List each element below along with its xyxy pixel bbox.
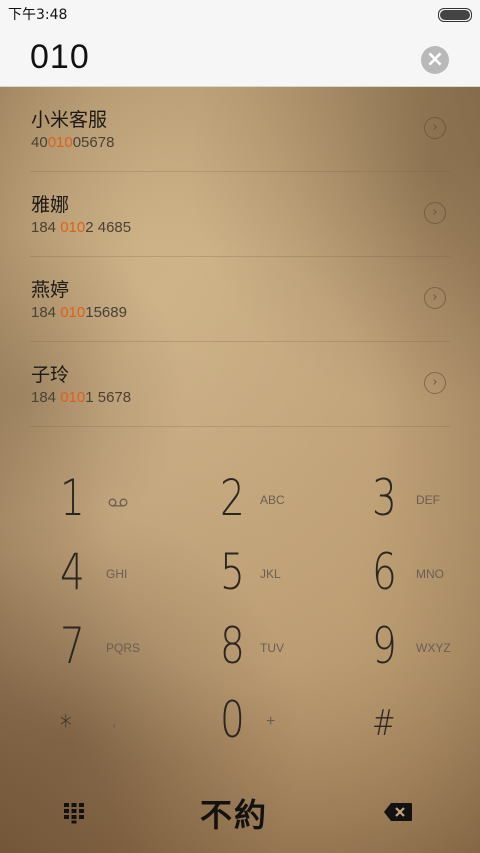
- key-9[interactable]: 9 WXYZ: [372, 611, 480, 685]
- contact-name: 燕婷: [31, 279, 70, 301]
- contact-number: 184 0102 4685: [31, 219, 132, 236]
- brand-logo: 不約: [200, 796, 269, 834]
- key-0[interactable]: 0 +: [220, 685, 360, 759]
- contact-detail-icon[interactable]: ›: [424, 287, 446, 309]
- key-3[interactable]: 3 DEF: [372, 463, 480, 537]
- key-digit: 8: [220, 617, 245, 675]
- key-letters: +: [266, 713, 276, 730]
- contact-number: 184 01015689: [31, 304, 127, 321]
- contact-name: 小米客服: [31, 109, 108, 131]
- dial-number-display[interactable]: 010: [30, 38, 90, 77]
- keypad-row: * , 0 + #: [0, 685, 480, 759]
- keypad-row: 1 2 ABC 3 DEF: [0, 463, 480, 537]
- key-digit: 5: [220, 543, 245, 601]
- match-highlight: 010: [47, 134, 73, 151]
- key-letters: DEF: [416, 493, 440, 507]
- keypad-row: 7 PQRS 8 TUV 9 WXYZ: [0, 611, 480, 685]
- contact-results-list: 小米客服 4001005678 › 雅娜 184 0102 4685 › 燕婷 …: [0, 87, 480, 427]
- backspace-icon[interactable]: [383, 802, 413, 822]
- contact-name: 子玲: [31, 364, 70, 386]
- key-7[interactable]: 7 PQRS: [60, 611, 200, 685]
- key-letters: GHI: [106, 567, 128, 581]
- key-4[interactable]: 4 GHI: [60, 537, 200, 611]
- contact-detail-icon[interactable]: ›: [424, 202, 446, 224]
- key-2[interactable]: 2 ABC: [220, 463, 360, 537]
- contact-row[interactable]: 子玲 184 0101 5678 ›: [30, 342, 450, 427]
- phone-screen: 下午3:48 010 × 小米客服 4001005678 › 雅娜 184 01…: [0, 0, 480, 853]
- voicemail-icon: [108, 498, 128, 507]
- contact-row[interactable]: 小米客服 4001005678 ›: [30, 87, 450, 172]
- key-digit: 0: [220, 691, 245, 749]
- key-6[interactable]: 6 MNO: [372, 537, 480, 611]
- dialer-header: 下午3:48 010 ×: [0, 0, 480, 87]
- key-1[interactable]: 1: [60, 463, 200, 537]
- key-digit: *: [60, 709, 72, 744]
- key-letters: PQRS: [106, 641, 141, 655]
- key-letters: ABC: [260, 493, 285, 507]
- key-star[interactable]: * ,: [60, 685, 200, 759]
- clear-input-button[interactable]: ×: [421, 46, 449, 74]
- contact-detail-icon[interactable]: ›: [424, 117, 446, 139]
- contact-name: 雅娜: [31, 194, 70, 216]
- dial-keypad: 1 2 ABC 3 DEF 4 GHI 5 JKL 6 MNO 7 PQRS 8…: [0, 463, 480, 759]
- key-letters: ,: [112, 713, 117, 730]
- match-highlight: 010: [60, 389, 86, 406]
- match-highlight: 010: [60, 219, 86, 236]
- keypad-row: 4 GHI 5 JKL 6 MNO: [0, 537, 480, 611]
- key-8[interactable]: 8 TUV: [220, 611, 360, 685]
- key-letters: TUV: [260, 641, 284, 655]
- key-5[interactable]: 5 JKL: [220, 537, 360, 611]
- key-digit: 9: [372, 617, 397, 675]
- match-highlight: 010: [60, 304, 86, 321]
- keypad-grid-icon[interactable]: [62, 800, 86, 824]
- key-digit: #: [372, 703, 396, 744]
- key-digit: 1: [60, 469, 85, 527]
- dialer-bottom-bar: 不約: [0, 778, 480, 853]
- key-hash[interactable]: #: [372, 685, 480, 759]
- key-digit: 2: [220, 469, 245, 527]
- battery-icon: [438, 8, 472, 22]
- key-letters: WXYZ: [416, 641, 451, 655]
- key-digit: 7: [60, 617, 85, 675]
- status-time: 下午3:48: [8, 7, 68, 23]
- contact-number: 4001005678: [31, 134, 115, 151]
- contact-number: 184 0101 5678: [31, 389, 132, 406]
- key-letters: JKL: [260, 567, 281, 581]
- contact-detail-icon[interactable]: ›: [424, 372, 446, 394]
- key-letters: MNO: [416, 567, 444, 581]
- key-digit: 4: [60, 543, 85, 601]
- contact-row[interactable]: 燕婷 184 01015689 ›: [30, 257, 450, 342]
- key-digit: 3: [372, 469, 397, 527]
- contact-row[interactable]: 雅娜 184 0102 4685 ›: [30, 172, 450, 257]
- key-digit: 6: [372, 543, 397, 601]
